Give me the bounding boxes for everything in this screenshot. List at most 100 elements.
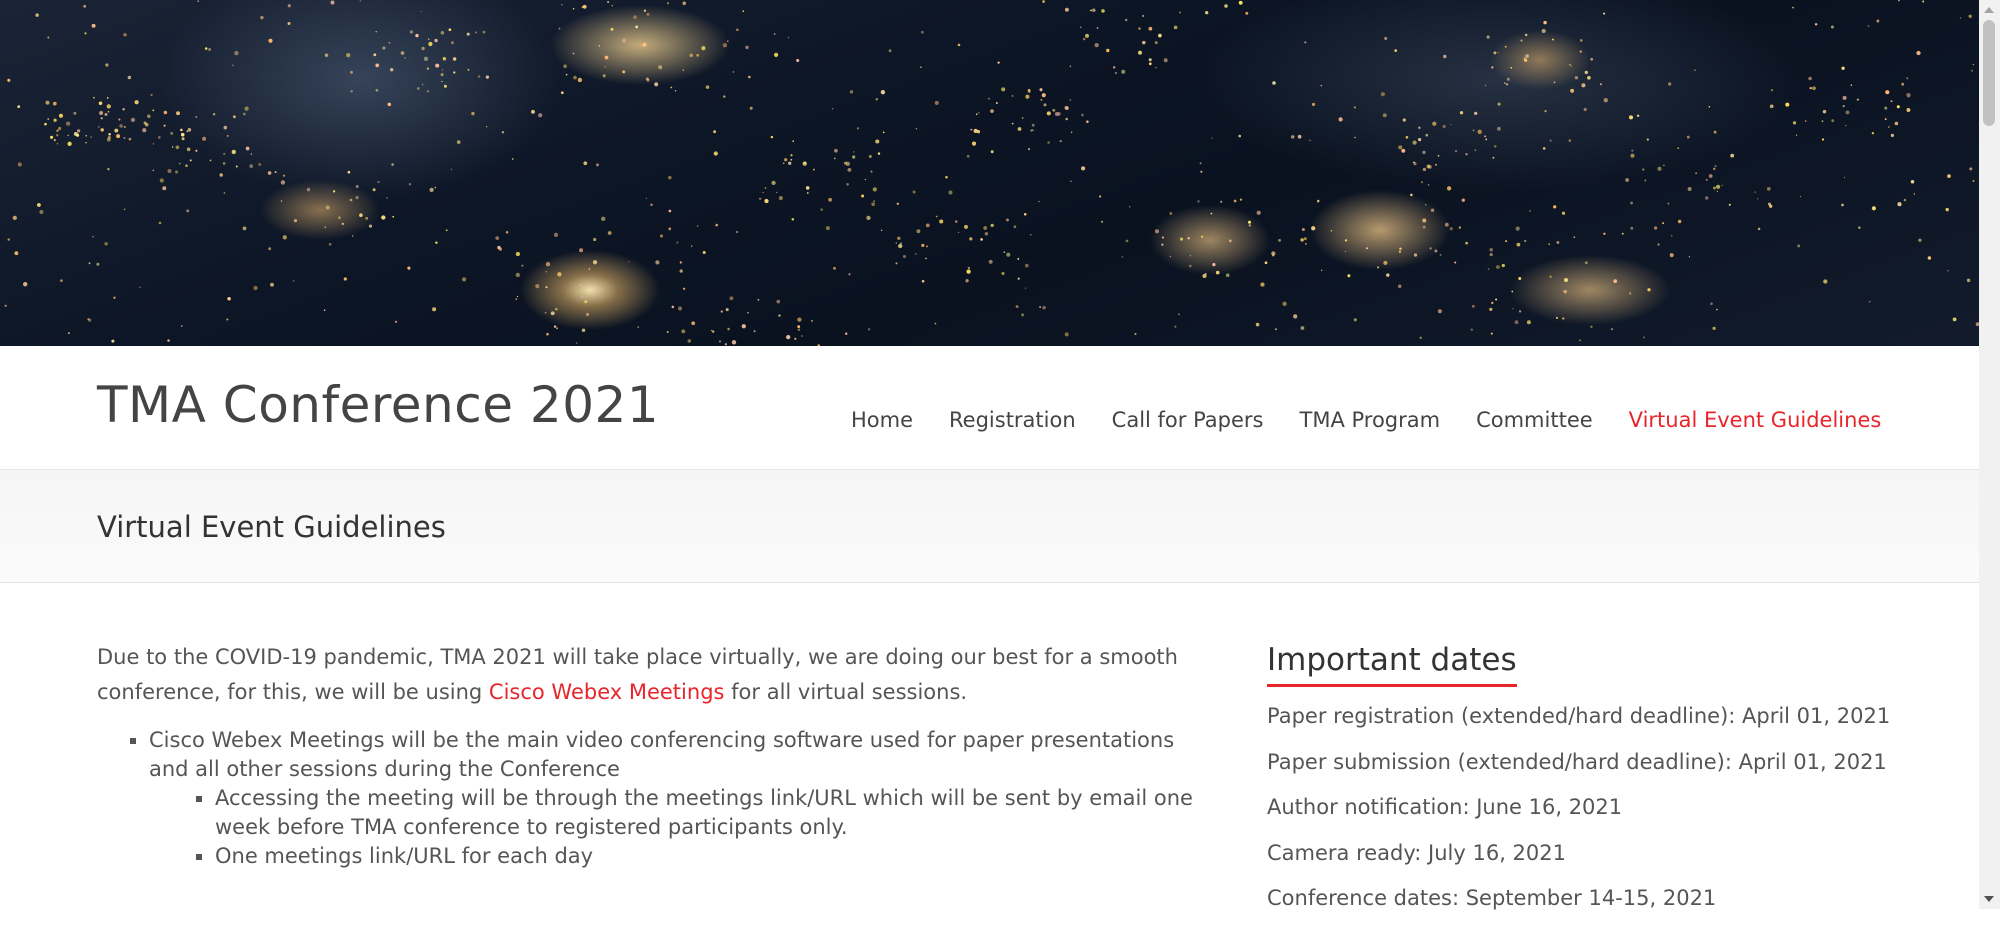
city-light-dot [611, 4, 614, 7]
city-light-dot [1417, 137, 1422, 142]
city-light-dot [727, 327, 730, 331]
city-light-dot [1972, 63, 1975, 66]
city-light-dot [1858, 226, 1861, 229]
city-light-dot [1809, 86, 1812, 90]
city-light-dot [1046, 111, 1051, 116]
city-light-dot [1646, 138, 1649, 141]
city-light-dot [1767, 202, 1772, 206]
city-light-dot [563, 64, 567, 69]
nav-item-tma-program[interactable]: TMA Program [1300, 408, 1441, 432]
city-light-dot [725, 308, 729, 312]
city-light-dot [1278, 239, 1281, 242]
city-light-dot [162, 186, 167, 191]
city-light-dot [1330, 230, 1333, 232]
city-light-dot [1599, 83, 1603, 86]
nav-item-home[interactable]: Home [851, 408, 913, 432]
city-light-dot [1520, 39, 1523, 42]
city-light-dot [50, 135, 54, 139]
city-light-dot [592, 260, 598, 265]
city-light-dot [171, 146, 174, 148]
main-content: Due to the COVID-19 pandemic, TMA 2021 w… [97, 640, 1197, 871]
nav-item-call-for-papers[interactable]: Call for Papers [1112, 408, 1264, 432]
city-light-dot [1814, 23, 1818, 26]
city-light-dot [104, 113, 108, 116]
city-light-dot [65, 121, 71, 126]
city-light-dot [123, 136, 126, 140]
city-light-dot [722, 43, 728, 48]
city-light-dot [790, 154, 793, 157]
city-light-dot [1906, 77, 1909, 80]
city-light-dot [1434, 249, 1438, 253]
city-light-dot [35, 13, 39, 17]
city-light-dot [642, 44, 645, 47]
city-light-dot [971, 141, 977, 146]
city-light-dot [1347, 274, 1351, 278]
site-title[interactable]: TMA Conference 2021 [97, 376, 659, 434]
city-light-dot [1354, 136, 1356, 139]
nav-item-registration[interactable]: Registration [949, 408, 1076, 432]
city-light-dot [832, 108, 834, 110]
city-light-dot [1563, 277, 1569, 283]
city-light-dot [1704, 196, 1709, 200]
scroll-down-arrow-icon[interactable] [1984, 896, 1994, 902]
city-light-dot [365, 217, 369, 220]
city-light-dot [921, 279, 925, 283]
city-light-dot [1677, 219, 1682, 224]
city-light-dot [420, 10, 422, 13]
city-light-dot [713, 151, 718, 156]
city-light-dot [1548, 243, 1551, 246]
city-light-dot [916, 229, 921, 234]
city-light-dot [1792, 121, 1797, 125]
city-light-dot [645, 197, 648, 200]
city-light-dot [868, 155, 872, 158]
city-light-dot [729, 296, 734, 301]
cisco-webex-link[interactable]: Cisco Webex Meetings [489, 680, 725, 704]
city-light-dot [1215, 270, 1220, 275]
city-light-dot [1065, 117, 1068, 121]
city-light-dot [235, 165, 238, 168]
city-light-dot [538, 113, 543, 118]
city-light-dot [1757, 198, 1759, 200]
city-light-dot [250, 153, 253, 155]
city-light-dot [4, 304, 7, 307]
city-light-dot [1489, 307, 1493, 312]
city-light-dot [1154, 229, 1160, 234]
site-header: TMA Conference 2021 Home Registration Ca… [0, 346, 1979, 470]
scroll-up-arrow-icon[interactable] [1984, 7, 1994, 13]
city-light-dot [545, 286, 548, 289]
city-light-dot [1971, 69, 1974, 72]
city-light-dot [1898, 0, 1900, 2]
city-light-dot [1714, 165, 1717, 168]
city-light-dot [856, 127, 860, 130]
nav-item-committee[interactable]: Committee [1476, 408, 1593, 432]
city-light-dot [96, 262, 100, 266]
city-light-dot [1503, 82, 1506, 84]
city-light-dot [1043, 103, 1047, 107]
nav-item-virtual-event-guidelines[interactable]: Virtual Event Guidelines [1629, 408, 1882, 432]
city-light-dot [428, 41, 433, 47]
city-light-dot [1031, 123, 1035, 127]
city-light-dot [607, 0, 610, 4]
city-light-dot [47, 36, 50, 39]
city-light-dot [1311, 102, 1316, 106]
city-light-dot [105, 63, 109, 67]
scrollbar-thumb[interactable] [1983, 20, 1995, 126]
city-light-dot [691, 245, 693, 247]
city-light-dot [1300, 238, 1304, 242]
city-light-dot [1459, 111, 1464, 115]
city-light-dot [1913, 193, 1916, 195]
city-light-dot [157, 136, 161, 139]
vertical-scrollbar[interactable] [1979, 0, 2000, 909]
city-light-dot [877, 152, 881, 155]
city-light-dot [995, 102, 998, 104]
date-item: Paper registration (extended/hard deadli… [1267, 704, 1891, 728]
city-light-dot [394, 320, 398, 323]
city-light-dot [1101, 9, 1105, 13]
city-light-dot [628, 261, 630, 263]
city-light-dot [1621, 232, 1624, 235]
city-light-dot [170, 131, 174, 135]
city-light-dot [635, 25, 639, 29]
city-light-dot [195, 149, 198, 152]
city-light-dot [1200, 170, 1203, 173]
city-light-dot [375, 63, 380, 68]
